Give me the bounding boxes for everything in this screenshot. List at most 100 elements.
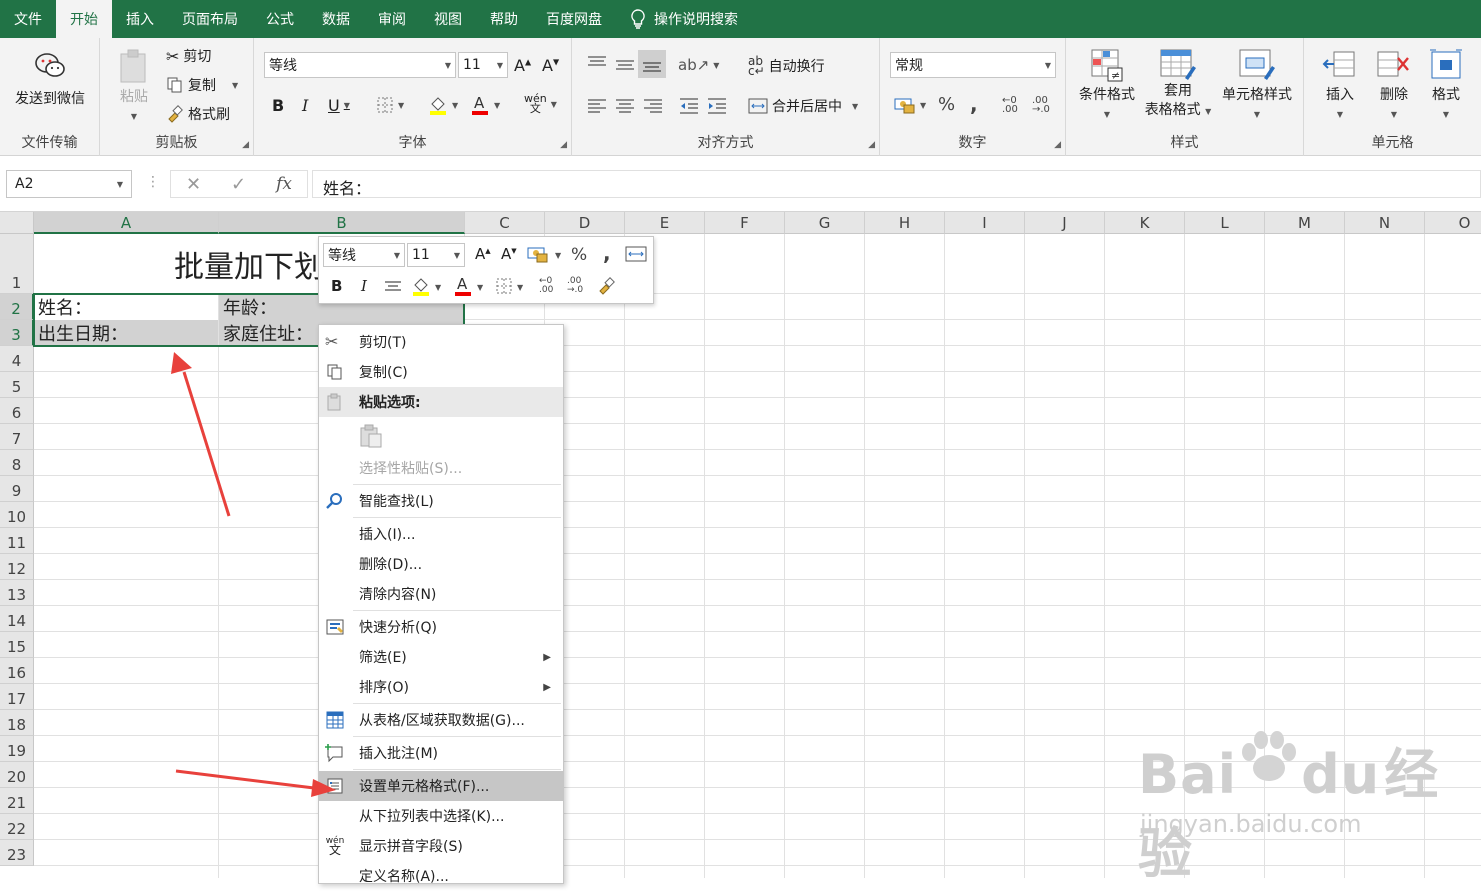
menu-define-name[interactable]: 定义名称(A)...: [319, 861, 563, 891]
menu-sort[interactable]: 排序(O) ▶: [319, 672, 563, 702]
italic-button[interactable]: I: [302, 96, 308, 115]
merge-center-button[interactable]: 合并后居中 ▼: [748, 96, 858, 116]
formula-input[interactable]: 姓名：: [312, 170, 1481, 198]
row-header-15[interactable]: 15: [0, 632, 34, 658]
insert-cells-button[interactable]: 插入 ▼: [1314, 48, 1366, 124]
name-box[interactable]: A2 ▼: [6, 170, 132, 198]
column-header-a[interactable]: A: [34, 212, 219, 234]
cell-a2[interactable]: 姓名：: [34, 294, 218, 320]
menu-insert[interactable]: 插入(I)...: [319, 519, 563, 549]
mini-fill-bucket-icon[interactable]: [411, 275, 431, 297]
select-all-corner[interactable]: [0, 212, 34, 234]
row-header-11[interactable]: 11: [0, 528, 34, 554]
mini-percent-icon[interactable]: %: [571, 245, 587, 265]
column-header-g[interactable]: G: [785, 212, 865, 234]
fill-color-button[interactable]: ▼: [428, 94, 458, 116]
font-name-select[interactable]: 等线 ▼: [264, 52, 456, 78]
font-color-button[interactable]: A ▼: [470, 94, 500, 116]
mini-accounting-icon[interactable]: [527, 245, 549, 263]
align-left-icon[interactable]: [586, 96, 608, 116]
row-header-7[interactable]: 7: [0, 424, 34, 450]
format-as-table-button[interactable]: 套用 表格格式 ▼: [1140, 48, 1216, 121]
mini-font-select[interactable]: 等线 ▼: [323, 243, 405, 267]
tab-view[interactable]: 视图: [420, 0, 476, 38]
mini-decrease-decimal-icon[interactable]: .00 →.0: [567, 277, 583, 295]
row-header-3[interactable]: 3: [0, 320, 34, 346]
tab-review[interactable]: 审阅: [364, 0, 420, 38]
mini-size-select[interactable]: 11 ▼: [407, 243, 465, 267]
menu-paste-option[interactable]: [319, 419, 563, 453]
row-header-9[interactable]: 9: [0, 476, 34, 502]
increase-indent-icon[interactable]: [706, 96, 728, 116]
decrease-font-button[interactable]: A▼: [542, 56, 559, 75]
column-header-l[interactable]: L: [1185, 212, 1265, 234]
mini-bold-icon[interactable]: B: [331, 277, 342, 295]
format-painter-button[interactable]: 格式刷: [166, 104, 230, 124]
tell-me-search[interactable]: 操作说明搜索: [630, 0, 738, 38]
paste-button[interactable]: 粘贴 ▼: [112, 48, 156, 126]
row-header-10[interactable]: 10: [0, 502, 34, 528]
delete-cells-button[interactable]: 删除 ▼: [1368, 48, 1420, 124]
row-header-17[interactable]: 17: [0, 684, 34, 710]
insert-function-icon[interactable]: fx: [276, 174, 292, 194]
menu-filter[interactable]: 筛选(E) ▶: [319, 642, 563, 672]
underline-button[interactable]: U ▼: [328, 96, 350, 115]
mini-increase-font-icon[interactable]: A▲: [475, 245, 491, 263]
mini-format-painter-icon[interactable]: [597, 277, 617, 295]
accounting-format-button[interactable]: ▼: [894, 96, 926, 114]
tab-data[interactable]: 数据: [308, 0, 364, 38]
tab-help[interactable]: 帮助: [476, 0, 532, 38]
column-header-o[interactable]: O: [1425, 212, 1481, 234]
row-header-5[interactable]: 5: [0, 372, 34, 398]
clipboard-launcher-icon[interactable]: ◢: [242, 140, 249, 150]
row-header-18[interactable]: 18: [0, 710, 34, 736]
mini-font-color-icon[interactable]: A: [453, 275, 473, 297]
align-top-icon[interactable]: [586, 54, 608, 74]
comma-button[interactable]: ,: [970, 92, 978, 116]
conditional-format-button[interactable]: ≠ 条件格式 ▼: [1074, 48, 1140, 124]
mini-border-icon[interactable]: [495, 277, 513, 295]
column-header-b[interactable]: B: [219, 212, 465, 234]
menu-insert-comment[interactable]: 插入批注(M): [319, 738, 563, 768]
increase-font-button[interactable]: A▲: [514, 56, 531, 75]
enter-icon[interactable]: ✓: [231, 174, 246, 195]
column-header-e[interactable]: E: [625, 212, 705, 234]
menu-get-data-from-table[interactable]: 从表格/区域获取数据(G)...: [319, 705, 563, 735]
mini-comma-icon[interactable]: ,: [603, 241, 611, 265]
row-header-8[interactable]: 8: [0, 450, 34, 476]
cell-styles-button[interactable]: 单元格样式 ▼: [1216, 48, 1298, 124]
row-header-23[interactable]: 23: [0, 840, 34, 866]
row-header-2[interactable]: 2: [0, 294, 34, 320]
number-launcher-icon[interactable]: ◢: [1054, 140, 1061, 150]
menu-paste-special[interactable]: 选择性粘贴(S)...: [319, 453, 563, 483]
row-header-16[interactable]: 16: [0, 658, 34, 684]
tab-formulas[interactable]: 公式: [252, 0, 308, 38]
row-header-13[interactable]: 13: [0, 580, 34, 606]
mini-italic-icon[interactable]: I: [361, 277, 367, 295]
decrease-decimal-button[interactable]: .00 →.0: [1032, 96, 1050, 115]
row-header-14[interactable]: 14: [0, 606, 34, 632]
border-button[interactable]: ▼: [376, 96, 404, 114]
menu-cut[interactable]: ✂ 剪切(T): [319, 327, 563, 357]
menu-clear-contents[interactable]: 清除内容(N): [319, 579, 563, 609]
row-header-20[interactable]: 20: [0, 762, 34, 788]
column-header-k[interactable]: K: [1105, 212, 1185, 234]
row-header-4[interactable]: 4: [0, 346, 34, 372]
column-header-m[interactable]: M: [1265, 212, 1345, 234]
row-header-6[interactable]: 6: [0, 398, 34, 424]
mini-center-icon[interactable]: [383, 279, 403, 295]
align-center-icon[interactable]: [614, 96, 636, 116]
tab-page-layout[interactable]: 页面布局: [168, 0, 252, 38]
phonetic-button[interactable]: wén 文 ▼: [524, 93, 557, 114]
bold-button[interactable]: B: [272, 96, 284, 115]
menu-delete[interactable]: 删除(D)...: [319, 549, 563, 579]
column-header-i[interactable]: I: [945, 212, 1025, 234]
orientation-button[interactable]: ab↗ ▼: [678, 56, 719, 74]
tab-home[interactable]: 开始: [56, 0, 112, 38]
row-header-21[interactable]: 21: [0, 788, 34, 814]
column-header-f[interactable]: F: [705, 212, 785, 234]
tab-baidu-netdisk[interactable]: 百度网盘: [532, 0, 616, 38]
row-header-19[interactable]: 19: [0, 736, 34, 762]
column-header-n[interactable]: N: [1345, 212, 1425, 234]
number-format-select[interactable]: 常规 ▼: [890, 52, 1056, 78]
